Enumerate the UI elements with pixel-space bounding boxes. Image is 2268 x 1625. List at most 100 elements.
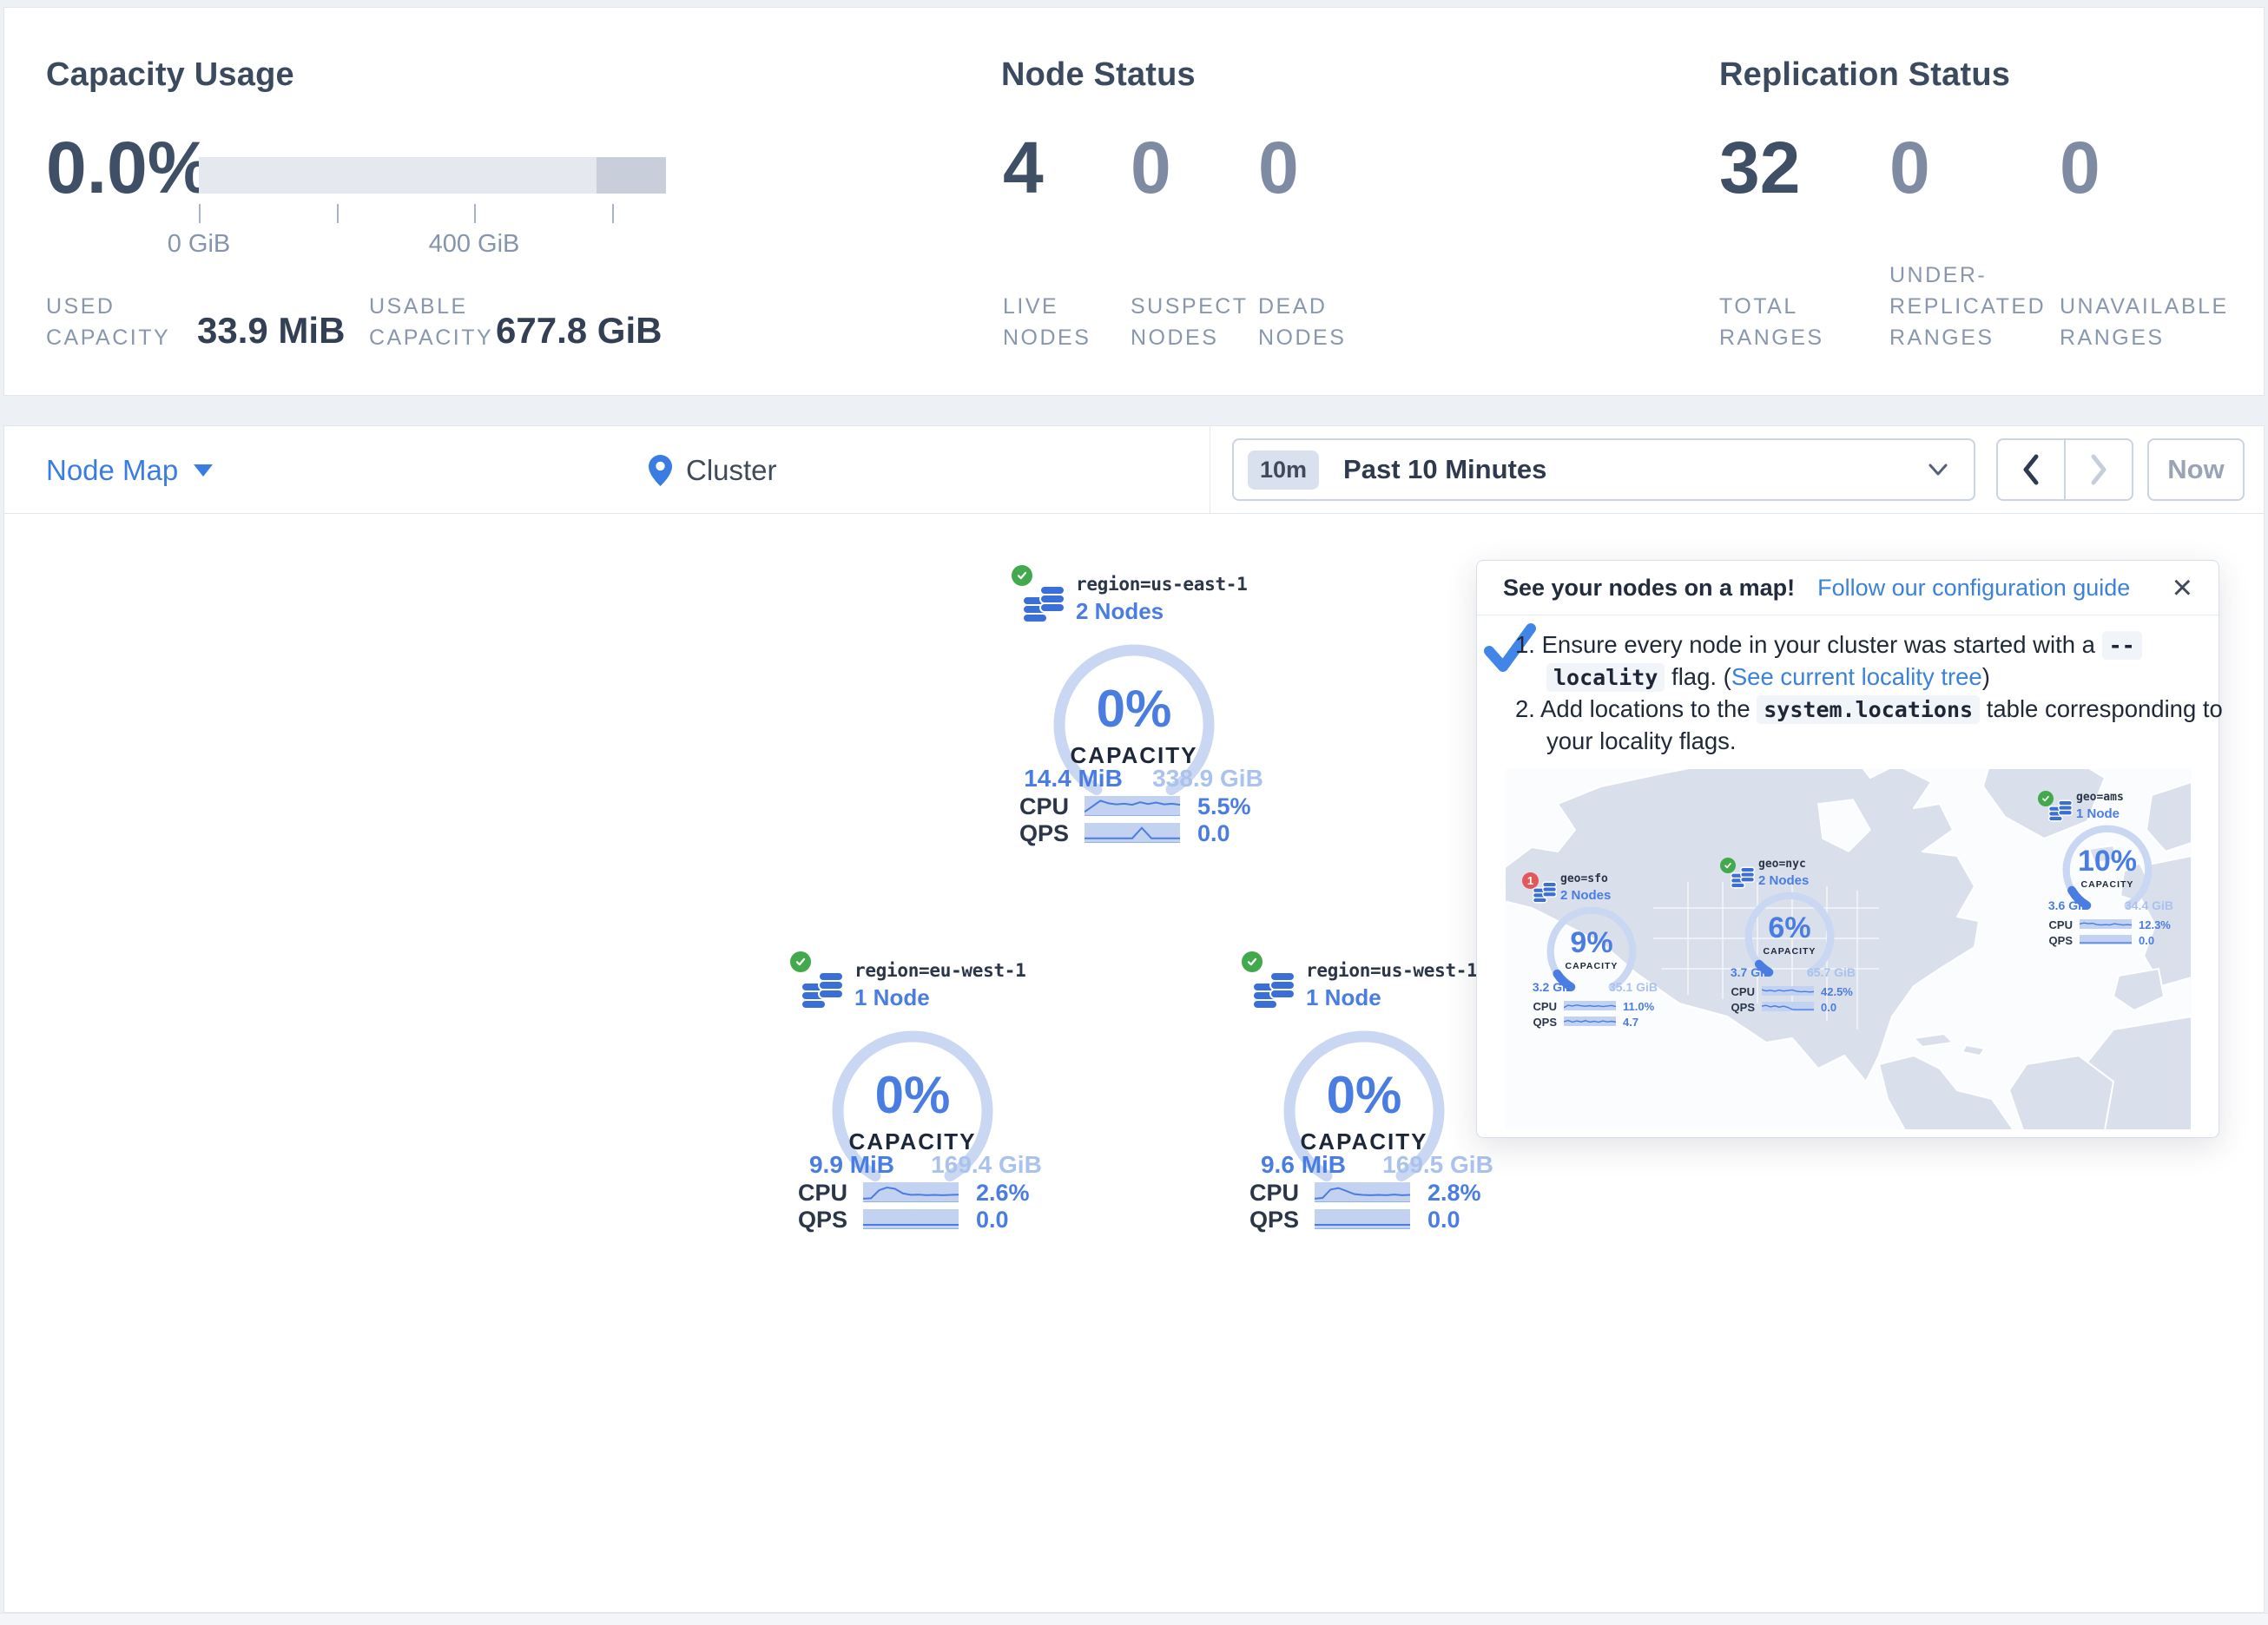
total-ranges-label: TOTAL RANGES xyxy=(1719,291,1824,353)
geo-node-count: 1 Node xyxy=(2076,806,2120,821)
total-ranges-count: 32 xyxy=(1719,131,1800,204)
system-locations-code: system.locations xyxy=(1757,695,1980,724)
region-card-eu-west-1[interactable]: region=eu-west-1 1 Node 0% CAPACITY 9.9 … xyxy=(787,946,1056,1250)
instruction-line: 1. Ensure every node in your cluster was… xyxy=(1515,630,2142,661)
qps-label: QPS xyxy=(795,1207,847,1234)
cpu-value: 2.6% xyxy=(976,1180,1030,1207)
capacity-caption: CAPACITY xyxy=(1742,946,1837,957)
qps-sparkline xyxy=(2080,935,2132,944)
qps-label: QPS xyxy=(2038,934,2073,947)
qps-metric-row: QPS 4.7 xyxy=(1522,1016,1665,1028)
instruction-line: 2. Add locations to the system.locations… xyxy=(1515,694,2223,725)
breadcrumb[interactable]: Cluster xyxy=(649,426,777,515)
used-capacity-value: 33.9 MiB xyxy=(197,310,345,352)
region-label: region=us-west-1 xyxy=(1306,960,1478,981)
chevron-down-icon xyxy=(1925,461,1951,478)
capacity-usage-title: Capacity Usage xyxy=(46,56,294,94)
region-card-us-east-1[interactable]: region=us-east-1 2 Nodes 0% CAPACITY 14.… xyxy=(1008,560,1277,864)
capacity-used-value: 9.9 MiB xyxy=(791,1151,913,1179)
capacity-total-value: 169.4 GiB xyxy=(930,1151,1043,1179)
cpu-label: CPU xyxy=(2038,918,2073,931)
cpu-metric-row: CPU 2.8% xyxy=(1238,1182,1507,1203)
geo-card-ams[interactable]: geo=ams 1 Node 10% CAPACITY 3.6 GiB 34.4… xyxy=(2038,789,2180,949)
cpu-metric-row: CPU 5.5% xyxy=(1008,796,1277,817)
geo-label: geo=ams xyxy=(2076,791,2124,804)
qps-sparkline xyxy=(1564,1016,1616,1026)
capacity-tick-label: 400 GiB xyxy=(405,230,544,259)
used-capacity-label: USED CAPACITY xyxy=(46,291,170,353)
qps-value: 0.0 xyxy=(1821,1001,1836,1014)
cpu-label: CPU xyxy=(1522,1000,1557,1013)
geo-card-nyc[interactable]: geo=nyc 2 Nodes 6% CAPACITY 3.7 GiB 65.7… xyxy=(1720,856,1863,1016)
database-nodes-icon xyxy=(801,970,844,1010)
healthy-status-icon xyxy=(1012,565,1032,586)
locality-flag-code: -- xyxy=(2102,631,2142,660)
qps-value: 0.0 xyxy=(1197,820,1230,847)
capacity-percent: 10% xyxy=(2060,846,2155,876)
time-step-back-button[interactable] xyxy=(1998,440,2066,499)
capacity-tick xyxy=(337,204,339,223)
capacity-caption: CAPACITY xyxy=(2060,879,2155,890)
database-nodes-icon xyxy=(1533,881,1557,904)
capacity-total-value: 34.4 GiB xyxy=(2118,898,2180,912)
map-pin-icon xyxy=(649,455,672,486)
cpu-label: CPU xyxy=(795,1180,847,1207)
geo-label: geo=nyc xyxy=(1758,858,1806,871)
cpu-metric-row: CPU 42.5% xyxy=(1720,986,1863,997)
time-range-dropdown[interactable]: 10m Past 10 Minutes xyxy=(1232,438,1975,501)
qps-sparkline xyxy=(863,1209,959,1229)
region-card-us-west-1[interactable]: region=us-west-1 1 Node 0% CAPACITY 9.6 … xyxy=(1238,946,1507,1250)
dead-nodes-label: DEAD NODES xyxy=(1258,291,1346,353)
popup-title: See your nodes on a map! xyxy=(1503,575,1795,602)
breadcrumb-cluster-label: Cluster xyxy=(686,454,777,487)
under-replicated-count: 0 xyxy=(1889,131,1930,204)
region-label: region=us-east-1 xyxy=(1076,574,1248,595)
close-icon[interactable]: × xyxy=(2172,570,2192,605)
popup-header: See your nodes on a map! Follow our conf… xyxy=(1477,561,2219,615)
capacity-used-value: 14.4 MiB xyxy=(1012,765,1134,793)
capacity-percent: 6% xyxy=(1742,913,1837,943)
qps-value: 4.7 xyxy=(1623,1016,1638,1029)
view-selector-dropdown[interactable]: Node Map xyxy=(46,426,213,515)
capacity-caption: CAPACITY xyxy=(1544,961,1639,971)
node-status-title: Node Status xyxy=(1001,56,1196,94)
cpu-sparkline xyxy=(1085,796,1180,816)
capacity-used-value: 3.7 GiB xyxy=(1720,965,1783,979)
region-node-count-link[interactable]: 1 Node xyxy=(1306,984,1381,1011)
cpu-label: CPU xyxy=(1247,1180,1299,1207)
cpu-value: 11.0% xyxy=(1623,1000,1654,1013)
healthy-status-icon xyxy=(790,951,811,972)
locality-flag-code: locality xyxy=(1546,663,1665,692)
qps-value: 0.0 xyxy=(1427,1207,1460,1234)
time-range-badge: 10m xyxy=(1248,451,1319,490)
capacity-tick-label: 0 GiB xyxy=(129,230,268,259)
map-toolbar: Node Map Cluster 10m Past 10 Minutes xyxy=(3,425,2265,514)
cpu-metric-row: CPU 11.0% xyxy=(1522,1001,1665,1012)
qps-sparkline xyxy=(1762,1002,1814,1011)
capacity-tick xyxy=(612,204,614,223)
configuration-guide-link[interactable]: Follow our configuration guide xyxy=(1817,575,2130,602)
now-button[interactable]: Now xyxy=(2147,438,2245,501)
chevron-right-icon xyxy=(2089,454,2108,485)
region-node-count-link[interactable]: 1 Node xyxy=(854,984,930,1011)
cpu-label: CPU xyxy=(1720,985,1755,998)
capacity-percent: 0% xyxy=(826,1069,999,1122)
capacity-total-value: 35.1 GiB xyxy=(1602,980,1665,994)
usable-capacity-label: USABLE CAPACITY xyxy=(369,291,493,353)
qps-label: QPS xyxy=(1017,820,1069,847)
qps-metric-row: QPS 0.0 xyxy=(1720,1002,1863,1013)
healthy-status-icon xyxy=(1242,951,1263,972)
suspect-nodes-label: SUSPECT NODES xyxy=(1131,291,1249,353)
capacity-total-value: 169.5 GiB xyxy=(1381,1151,1494,1179)
qps-sparkline xyxy=(1315,1209,1410,1229)
geo-card-sfo[interactable]: 1 geo=sfo 2 Nodes 9% CAPACITY 3.2 GiB 35… xyxy=(1522,871,1665,1030)
qps-label: QPS xyxy=(1522,1016,1557,1029)
locality-tree-link[interactable]: See current locality tree xyxy=(1731,663,1982,690)
database-nodes-icon xyxy=(1731,866,1755,889)
region-node-count-link[interactable]: 2 Nodes xyxy=(1076,598,1164,625)
capacity-used-value: 9.6 MiB xyxy=(1243,1151,1364,1179)
time-step-forward-button[interactable] xyxy=(2066,440,2132,499)
capacity-usage-percent: 0.0% xyxy=(46,131,212,204)
cpu-value: 12.3% xyxy=(2139,918,2171,931)
cpu-metric-row: CPU 2.6% xyxy=(787,1182,1056,1203)
